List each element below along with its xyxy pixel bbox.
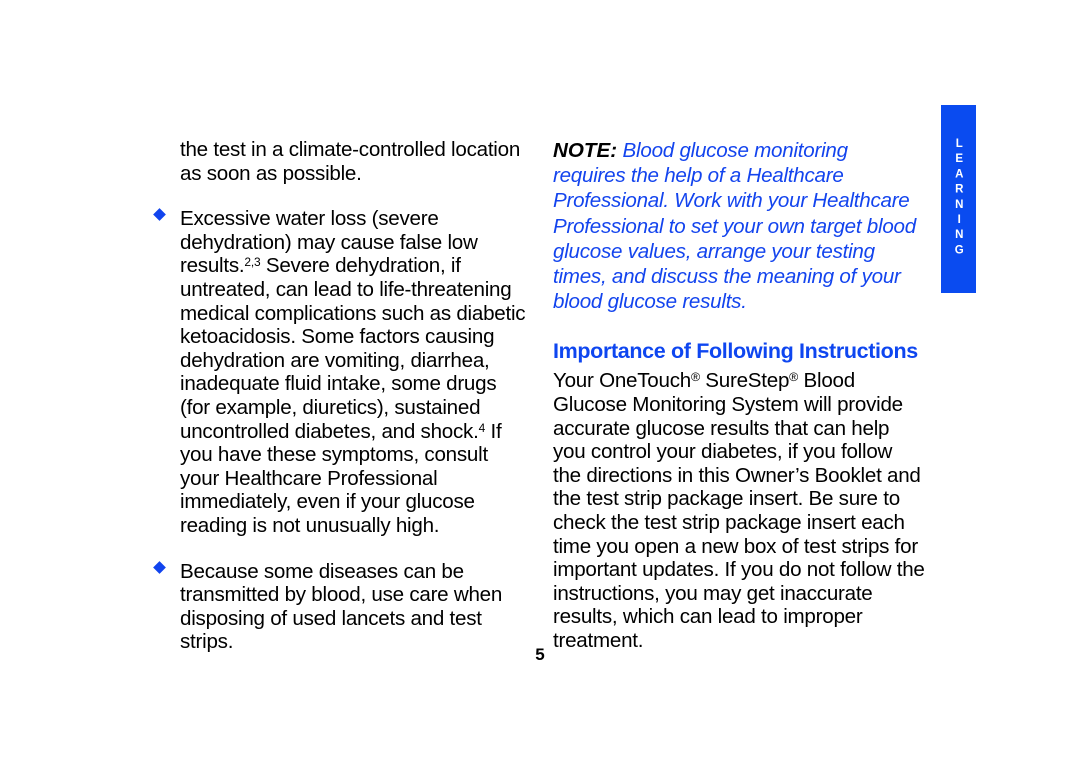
page-number: 5 (535, 645, 545, 664)
note-label: NOTE: (553, 139, 618, 162)
registered-trademark-icon: ® (789, 370, 799, 385)
list-item-text-mid: Severe dehydration, if untreated, can le… (180, 254, 526, 443)
section-heading: Importance of Following Instructions (553, 339, 918, 364)
body-text-part-2: SureStep (699, 369, 790, 393)
right-text-column: NOTE: Blood glucose monitoring requires … (553, 138, 925, 653)
list-item: Because some diseases can be transmitted… (153, 559, 527, 654)
list-item: Excessive water loss (severe dehydration… (153, 207, 527, 537)
left-text-column: the test in a climate-controlled locatio… (153, 138, 527, 654)
diamond-bullet-icon (153, 208, 166, 222)
list-item-text-lead: Because some diseases can be transmitted… (180, 559, 503, 654)
document-page: LEARNING the test in a climate-controlle… (0, 0, 1080, 784)
body-text-part-3: Blood Glucose Monitoring System will pro… (553, 369, 925, 652)
note-callout: NOTE: Blood glucose monitoring requires … (553, 138, 925, 314)
section-tab-learning: LEARNING (941, 105, 976, 293)
section-tab-label: LEARNING (953, 138, 966, 260)
footnote-marker: 2,3 (244, 255, 261, 270)
diamond-bullet-icon (153, 560, 166, 574)
note-text: Blood glucose monitoring requires the he… (553, 139, 916, 314)
continuation-paragraph: the test in a climate-controlled locatio… (180, 138, 521, 185)
registered-trademark-icon: ® (690, 370, 700, 385)
body-text-part-1: Your OneTouch (553, 369, 691, 393)
section-body-paragraph: Your OneTouch® SureStep® Blood Glucose M… (553, 369, 925, 652)
